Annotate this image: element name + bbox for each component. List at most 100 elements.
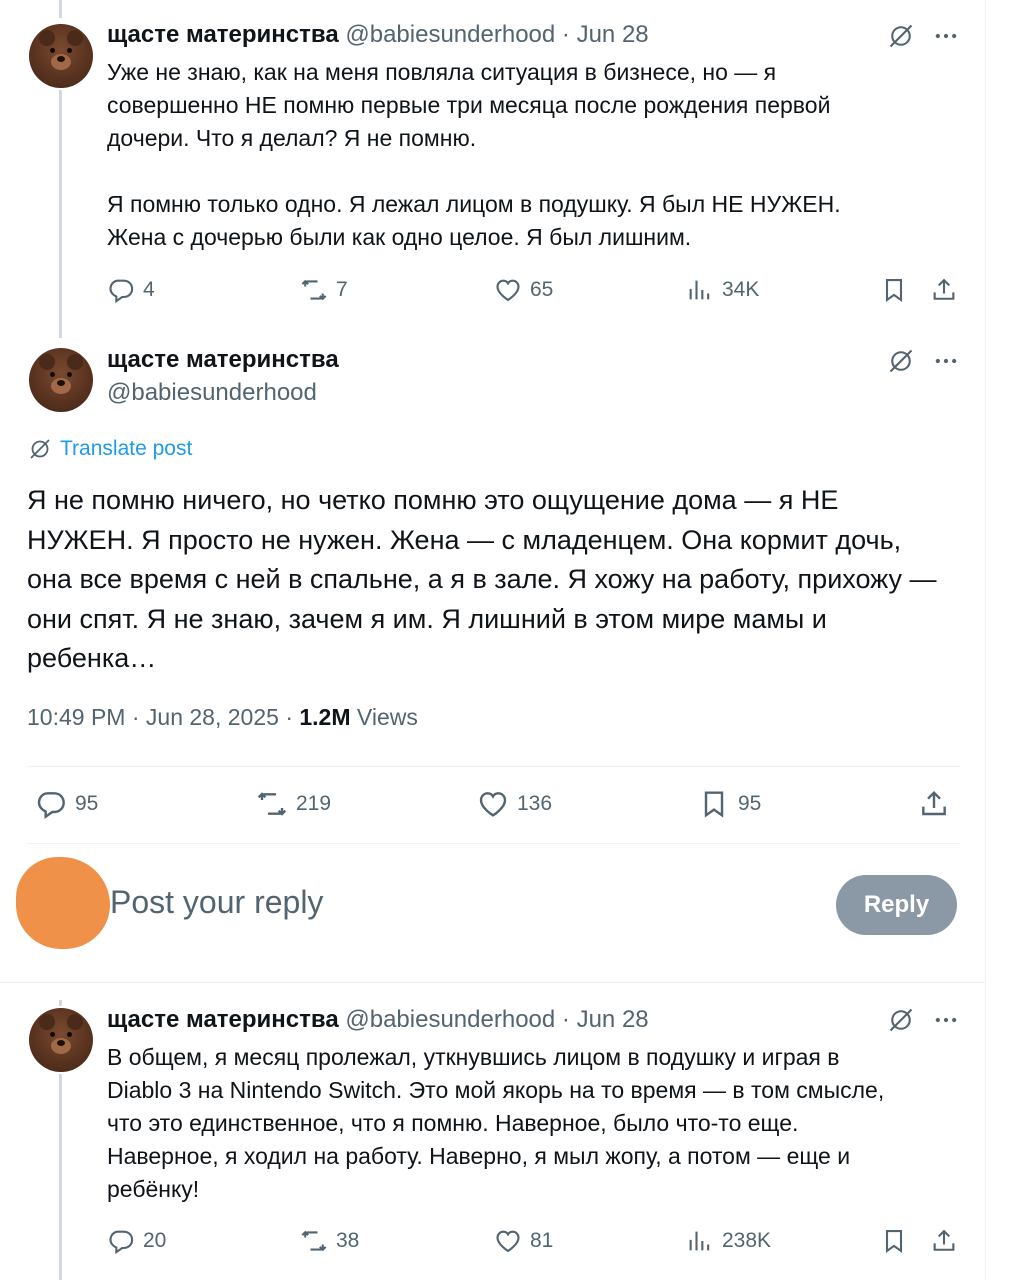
avatar[interactable]: [29, 1008, 93, 1072]
tweet-line: совершенно НЕ помню первые три месяца по…: [107, 92, 831, 118]
more-icon[interactable]: [932, 1006, 960, 1034]
bookmark-button[interactable]: 95: [698, 788, 761, 820]
views-chart-icon: [686, 1227, 714, 1255]
views-count: 34K: [722, 278, 760, 301]
bookmark-button[interactable]: [880, 1225, 908, 1257]
reply-button[interactable]: 20: [107, 1225, 166, 1257]
tweet-time[interactable]: 10:49 PM: [27, 704, 125, 730]
repost-button[interactable]: 219: [256, 788, 331, 820]
like-count: 136: [517, 792, 553, 815]
tweet-header: щасте материнства @babiesunderhood · Jun…: [107, 1005, 649, 1035]
tweet-line: НУЖЕН. Я просто не нужен. Жена — с младе…: [27, 524, 902, 555]
author-name[interactable]: щасте материнства: [107, 21, 339, 48]
author-handle[interactable]: @babiesunderhood: [107, 379, 317, 406]
tweet-date[interactable]: Jun 28: [577, 21, 649, 48]
heart-icon: [494, 276, 522, 304]
repost-count: 7: [336, 278, 348, 301]
avatar[interactable]: [29, 348, 93, 412]
grok-icon[interactable]: [887, 1006, 915, 1034]
main-tweet-actions: 95 219 136 95: [0, 788, 985, 820]
heart-icon: [494, 1227, 522, 1255]
share-icon: [930, 276, 958, 304]
separator: ·: [561, 21, 570, 48]
repost-count: 219: [296, 792, 332, 815]
views-count: 1.2M: [299, 704, 351, 730]
reply-icon: [107, 276, 135, 304]
reply-submit-button[interactable]: Reply: [836, 875, 957, 935]
tweet-line: что это единственное, что я помню. Навер…: [107, 1110, 799, 1136]
share-icon: [930, 1227, 958, 1255]
tweet-text: В общем, я месяц пролежал, уткнувшись ли…: [107, 1041, 884, 1206]
thread-line-top: [59, 0, 62, 18]
repost-count: 38: [336, 1229, 360, 1252]
tweet-line: Наверное, я ходил на работу. Наверно, я …: [107, 1143, 851, 1169]
tweet-actions: 4 7 65 34K: [0, 274, 985, 306]
reply-count: 20: [143, 1229, 167, 1252]
share-button[interactable]: [918, 788, 950, 820]
like-button[interactable]: 136: [477, 788, 552, 820]
views-count: 238K: [722, 1229, 772, 1252]
column-border: [985, 0, 986, 1280]
reply-button[interactable]: 4: [107, 274, 155, 306]
reply-count: 4: [143, 278, 155, 301]
views-button[interactable]: 238K: [686, 1225, 771, 1257]
reply-icon: [107, 1227, 135, 1255]
more-icon[interactable]: [932, 347, 960, 375]
translate-post-link[interactable]: Translate post: [28, 437, 192, 461]
tweet-full-date[interactable]: Jun 28, 2025: [146, 704, 279, 730]
author-name[interactable]: щасте материнства: [107, 346, 339, 373]
divider: [27, 766, 960, 767]
avatar[interactable]: [29, 24, 93, 88]
tweet-line: дочери. Что я делал? Я не помню.: [107, 125, 477, 151]
bookmark-icon: [698, 788, 730, 820]
more-icon[interactable]: [932, 22, 960, 50]
tweet-line: Diablo 3 на Nintendo Switch. Это мой яко…: [107, 1077, 885, 1103]
grok-icon[interactable]: [887, 22, 915, 50]
views-button[interactable]: 34K: [686, 274, 759, 306]
reply-count: 95: [75, 792, 99, 815]
like-button[interactable]: 81: [494, 1225, 553, 1257]
thread-line-top: [59, 1000, 62, 1006]
author-handle[interactable]: @babiesunderhood: [345, 21, 555, 48]
repost-button[interactable]: 7: [300, 274, 348, 306]
user-avatar: [16, 857, 110, 949]
reply-input[interactable]: Post your reply: [110, 884, 323, 921]
separator: ·: [561, 1006, 570, 1033]
tweet-line: Жена с дочерью были как одно целое. Я бы…: [107, 224, 692, 250]
tweet-line: ребёнку!: [107, 1176, 200, 1202]
views-label: Views: [356, 704, 418, 730]
tweet-text: Уже не знаю, как на меня повляла ситуаци…: [107, 56, 841, 254]
bookmark-count: 95: [738, 792, 762, 815]
separator: ·: [131, 704, 140, 730]
tweet-line: они спят. Я не знаю, зачем я им. Я лишни…: [27, 603, 827, 634]
author-name-line: щасте материнства: [107, 345, 339, 375]
share-button[interactable]: [930, 274, 958, 306]
section-divider: [0, 982, 985, 983]
tweet-line: В общем, я месяц пролежал, уткнувшись ли…: [107, 1044, 840, 1070]
tweet-line: Я помню только одно. Я лежал лицом в под…: [107, 191, 841, 217]
views-chart-icon: [686, 276, 714, 304]
grok-icon[interactable]: [887, 347, 915, 375]
author-handle[interactable]: @babiesunderhood: [345, 1006, 555, 1033]
tweet-header: щасте материнства @babiesunderhood · Jun…: [107, 20, 649, 50]
like-button[interactable]: 65: [494, 274, 553, 306]
main-tweet-text: Я не помню ничего, но четко помню это ощ…: [27, 481, 972, 679]
reply-icon: [35, 788, 67, 820]
repost-button[interactable]: 38: [300, 1225, 359, 1257]
tweet-date[interactable]: Jun 28: [577, 1006, 649, 1033]
heart-icon: [477, 788, 509, 820]
tweet-line: она все время с ней в спальне, а я в зал…: [27, 564, 937, 594]
repost-icon: [300, 276, 328, 304]
author-name[interactable]: щасте материнства: [107, 1006, 339, 1033]
reply-button[interactable]: 95: [35, 788, 98, 820]
translate-label: Translate post: [60, 437, 193, 460]
repost-icon: [256, 788, 288, 820]
bookmark-icon: [880, 1227, 908, 1255]
tweet-line: Я не помню ничего, но четко помню это ощ…: [27, 485, 839, 515]
like-count: 81: [530, 1229, 554, 1252]
bookmark-button[interactable]: [880, 274, 908, 306]
tweet-actions: 20 38 81 238K: [0, 1225, 985, 1257]
bookmark-icon: [880, 276, 908, 304]
tweet-line: ребенка…: [27, 643, 157, 673]
share-button[interactable]: [930, 1225, 958, 1257]
